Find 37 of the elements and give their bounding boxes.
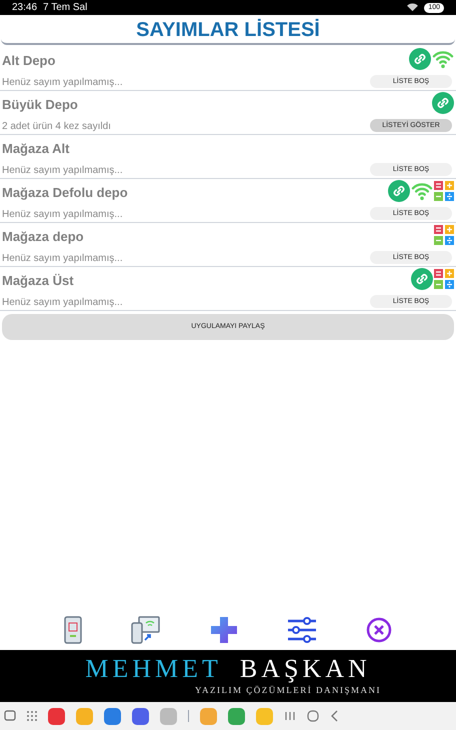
app-icon[interactable] <box>48 708 65 724</box>
recent-apps-icon[interactable] <box>4 710 16 722</box>
clock: 23:46 <box>12 1 38 15</box>
depot-name: Alt Depo <box>2 53 56 69</box>
link-icon[interactable] <box>432 92 454 114</box>
link-icon[interactable] <box>409 48 431 70</box>
brand-last-name: BAŞKAN <box>240 654 371 684</box>
close-icon[interactable] <box>366 617 392 643</box>
link-icon[interactable] <box>411 268 433 290</box>
count-status: Henüz sayım yapılmamış... <box>2 77 124 89</box>
back-button-icon[interactable] <box>330 710 338 722</box>
count-status: Henüz sayım yapılmamış... <box>2 209 124 221</box>
calculator-icon[interactable] <box>434 225 454 245</box>
date: 7 Tem Sal <box>43 1 88 15</box>
count-status: Henüz sayım yapılmamış... <box>2 253 124 265</box>
settings-sliders-icon[interactable] <box>286 616 317 644</box>
add-icon[interactable] <box>210 616 238 644</box>
calculator-icon[interactable] <box>434 181 454 201</box>
depot-name: Mağaza Defolu depo <box>2 185 129 201</box>
recents-button-icon[interactable] <box>284 711 296 721</box>
depot-name: Mağaza Alt <box>2 141 70 157</box>
phone-scan-icon[interactable] <box>64 616 82 644</box>
calculator-icon[interactable] <box>434 269 454 289</box>
count-status: Henüz sayım yapılmamış... <box>2 297 124 309</box>
depot-name: Mağaza Üst <box>2 273 75 289</box>
depot-name: Büyük Depo <box>2 97 79 113</box>
count-status: 2 adet ürün 4 kez sayıldı <box>2 121 112 133</box>
screen-share-icon[interactable] <box>131 616 162 644</box>
home-button-icon[interactable] <box>307 710 319 722</box>
count-status: Henüz sayım yapılmamış... <box>2 165 124 177</box>
link-icon[interactable] <box>388 180 410 202</box>
depot-name: Mağaza depo <box>2 229 85 245</box>
brand-first-name: MEHMET <box>85 654 222 684</box>
brand-subtitle: YAZILIM ÇÖZÜMLERİ DANIŞMANI <box>195 684 381 698</box>
wifi-status-icon <box>407 3 418 12</box>
app-grid-icon[interactable] <box>27 711 37 721</box>
page-title: SAYIMLAR LİSTESİ <box>136 18 320 42</box>
